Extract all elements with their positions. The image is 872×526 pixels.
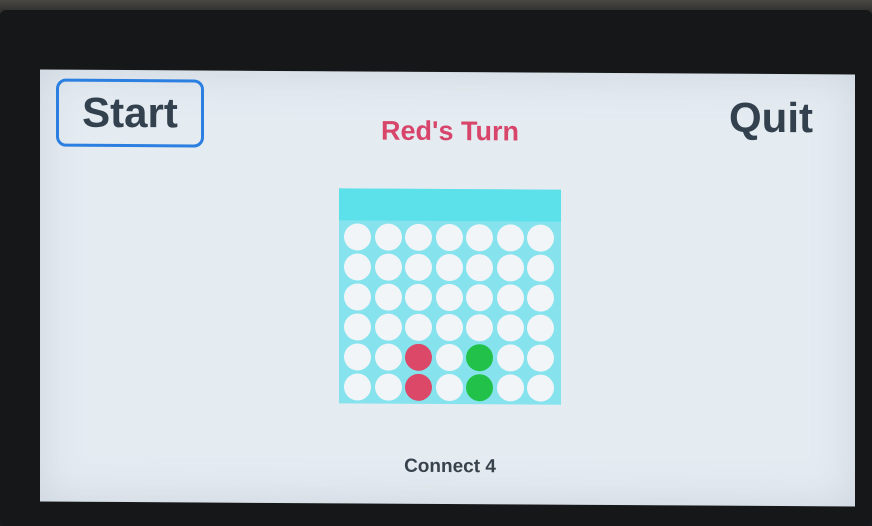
empty-slot[interactable] <box>466 224 493 252</box>
empty-slot[interactable] <box>527 314 554 342</box>
drop-zone[interactable] <box>339 188 561 222</box>
start-button-label: Start <box>82 88 178 137</box>
empty-slot[interactable] <box>344 253 371 281</box>
empty-slot[interactable] <box>466 254 493 282</box>
game-screen: Start Red's Turn Quit Connect 4 <box>40 69 855 507</box>
empty-slot[interactable] <box>496 284 524 312</box>
empty-slot[interactable] <box>374 373 402 401</box>
game-title: Connect 4 <box>404 455 496 478</box>
empty-slot[interactable] <box>466 314 493 342</box>
empty-slot[interactable] <box>435 223 463 252</box>
empty-slot[interactable] <box>405 223 432 251</box>
empty-slot[interactable] <box>496 374 524 402</box>
green-disc[interactable] <box>466 374 493 402</box>
empty-slot[interactable] <box>344 283 371 311</box>
turn-indicator: Red's Turn <box>381 115 519 147</box>
green-disc[interactable] <box>466 344 493 372</box>
empty-slot[interactable] <box>527 254 554 282</box>
empty-slot[interactable] <box>405 253 432 281</box>
empty-slot[interactable] <box>496 314 524 342</box>
empty-slot[interactable] <box>527 344 554 372</box>
board-grid <box>344 223 554 402</box>
empty-slot[interactable] <box>435 253 463 282</box>
game-board <box>339 188 561 405</box>
empty-slot[interactable] <box>496 254 524 282</box>
empty-slot[interactable] <box>374 223 402 251</box>
empty-slot[interactable] <box>527 374 554 402</box>
empty-slot[interactable] <box>405 313 432 341</box>
empty-slot[interactable] <box>527 284 554 312</box>
empty-slot[interactable] <box>466 284 493 312</box>
red-disc[interactable] <box>405 373 432 401</box>
empty-slot[interactable] <box>496 344 524 372</box>
empty-slot[interactable] <box>374 343 402 371</box>
empty-slot[interactable] <box>527 224 554 252</box>
empty-slot[interactable] <box>435 313 463 342</box>
empty-slot[interactable] <box>374 253 402 281</box>
empty-slot[interactable] <box>435 343 463 372</box>
empty-slot[interactable] <box>374 313 402 341</box>
empty-slot[interactable] <box>374 283 402 311</box>
empty-slot[interactable] <box>496 224 524 252</box>
empty-slot[interactable] <box>405 283 432 311</box>
red-disc[interactable] <box>405 343 432 371</box>
quit-button[interactable]: Quit <box>729 94 813 143</box>
quit-button-label: Quit <box>729 93 813 142</box>
empty-slot[interactable] <box>344 343 371 371</box>
empty-slot[interactable] <box>435 373 463 402</box>
start-button[interactable]: Start <box>56 78 204 148</box>
empty-slot[interactable] <box>435 283 463 312</box>
empty-slot[interactable] <box>344 313 371 341</box>
empty-slot[interactable] <box>344 373 371 401</box>
empty-slot[interactable] <box>344 223 371 251</box>
